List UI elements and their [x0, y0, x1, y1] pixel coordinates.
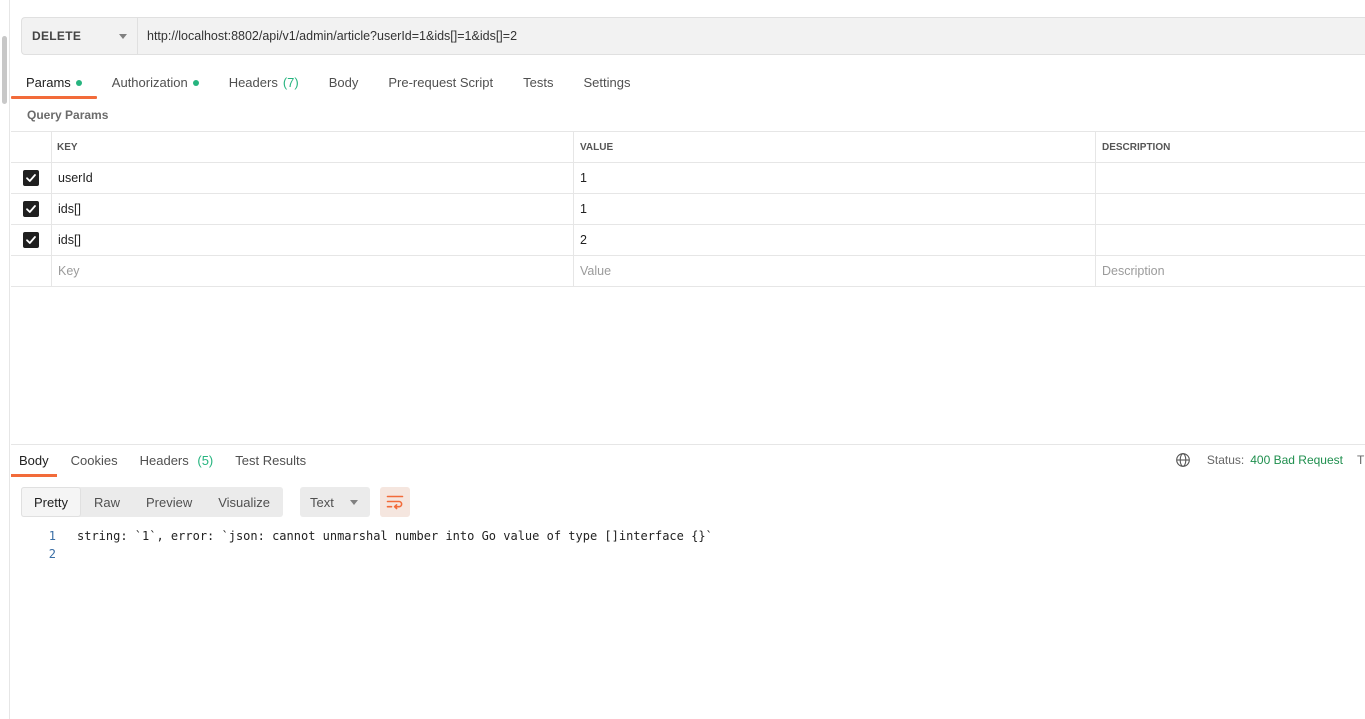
code-line: 1 string: `1`, error: `json: cannot unma… [11, 527, 1365, 545]
wrap-lines-button[interactable] [380, 487, 410, 517]
checkmark-icon [26, 174, 36, 182]
param-description[interactable] [1096, 163, 1365, 193]
response-tab-headers[interactable]: Headers (5) [132, 448, 222, 477]
tab-label: Settings [583, 75, 631, 90]
format-label: Text [310, 494, 334, 510]
checkmark-icon [26, 236, 36, 244]
view-visualize-button[interactable]: Visualize [205, 487, 283, 517]
param-description[interactable] [1096, 194, 1365, 224]
param-key[interactable]: ids[] [52, 225, 574, 255]
method-select[interactable]: DELETE [22, 18, 138, 54]
format-select[interactable]: Text [300, 487, 370, 517]
tab-authorization[interactable]: Authorization [97, 70, 214, 99]
status-trailing-wrap: T [1343, 453, 1365, 467]
tab-label: Body [19, 453, 49, 468]
tab-headers[interactable]: Headers (7) [214, 70, 314, 99]
table-row: ids[] 2 [11, 225, 1365, 256]
param-value[interactable]: 1 [574, 194, 1096, 224]
status-trailing-text: T [1357, 453, 1365, 467]
tab-label: Headers [139, 453, 189, 468]
url-input[interactable]: http://localhost:8802/api/v1/admin/artic… [138, 18, 1365, 54]
column-header-description: DESCRIPTION [1102, 141, 1171, 153]
line-text: string: `1`, error: `json: cannot unmars… [77, 529, 713, 543]
tab-label: Test Results [235, 453, 307, 468]
param-checkbox[interactable] [23, 232, 39, 248]
tab-label: Authorization [111, 75, 188, 90]
new-description-input[interactable]: Description [1096, 256, 1365, 286]
active-dot-icon [75, 80, 82, 86]
scrollbar-thumb[interactable] [2, 36, 7, 104]
row-check-cell [11, 194, 52, 224]
status-value[interactable]: 400 Bad Request [1250, 453, 1343, 467]
tab-label: Headers [228, 75, 278, 90]
tab-label: Params [26, 75, 71, 90]
line-number: 1 [48, 529, 56, 543]
tab-label: Cookies [70, 453, 118, 468]
response-view-modes: Pretty Raw Preview Visualize [21, 487, 284, 517]
request-tabs: Params Authorization Headers (7) Body Pr… [11, 70, 645, 99]
table-row-new: Key Value Description [11, 256, 1365, 287]
table-row: userId 1 [11, 163, 1365, 194]
line-number: 2 [48, 547, 56, 561]
tab-params[interactable]: Params [11, 70, 97, 99]
tab-tests[interactable]: Tests [508, 70, 568, 99]
response-body[interactable]: 1 string: `1`, error: `json: cannot unma… [11, 527, 1365, 563]
wrap-lines-icon [386, 495, 404, 510]
response-tab-test-results[interactable]: Test Results [227, 448, 314, 477]
param-value[interactable]: 1 [574, 163, 1096, 193]
tab-label: Body [328, 75, 359, 90]
tab-count: (7) [282, 75, 299, 90]
query-params-table: KEY VALUE DESCRIPTION userId 1 ids[] 1 i… [11, 131, 1365, 287]
response-tab-body[interactable]: Body [11, 448, 57, 477]
param-key[interactable]: userId [52, 163, 574, 193]
active-dot-icon [192, 80, 199, 86]
tab-count: (5) [197, 453, 214, 468]
table-header: KEY VALUE DESCRIPTION [11, 132, 1365, 163]
response-tabs: Body Cookies Headers (5) Test Results [11, 448, 320, 477]
code-line: 2 [11, 545, 1365, 563]
table-row: ids[] 1 [11, 194, 1365, 225]
row-check-cell [11, 163, 52, 193]
column-header-key: KEY [52, 132, 574, 162]
view-pretty-button[interactable]: Pretty [21, 487, 81, 517]
param-value[interactable]: 2 [574, 225, 1096, 255]
tab-pre-request-script[interactable]: Pre-request Script [373, 70, 508, 99]
response-divider[interactable] [11, 444, 1365, 445]
row-check-cell [11, 225, 52, 255]
param-key[interactable]: ids[] [52, 194, 574, 224]
method-label: DELETE [32, 29, 82, 43]
tab-body[interactable]: Body [314, 70, 374, 99]
column-header-value: VALUE [574, 132, 1096, 162]
checkmark-icon [26, 205, 36, 213]
response-status: Status: 400 Bad Request T [1175, 452, 1365, 468]
new-key-input[interactable]: Key [52, 256, 574, 286]
chevron-down-icon [350, 499, 358, 505]
view-raw-button[interactable]: Raw [81, 487, 133, 517]
section-title: Query Params [27, 108, 109, 122]
view-preview-button[interactable]: Preview [133, 487, 205, 517]
request-bar: DELETE http://localhost:8802/api/v1/admi… [21, 17, 1365, 55]
globe-icon[interactable] [1175, 452, 1191, 468]
chevron-down-icon [119, 33, 127, 39]
tab-label: Tests [523, 75, 554, 90]
left-rail [0, 0, 10, 719]
param-description[interactable] [1096, 225, 1365, 255]
row-check-cell [11, 256, 52, 286]
tab-settings[interactable]: Settings [568, 70, 645, 99]
header-check [11, 132, 52, 162]
status-label: Status: [1206, 453, 1245, 467]
param-checkbox[interactable] [23, 201, 39, 217]
new-value-input[interactable]: Value [574, 256, 1096, 286]
param-checkbox[interactable] [23, 170, 39, 186]
response-tab-cookies[interactable]: Cookies [63, 448, 126, 477]
tab-label: Pre-request Script [388, 75, 494, 90]
